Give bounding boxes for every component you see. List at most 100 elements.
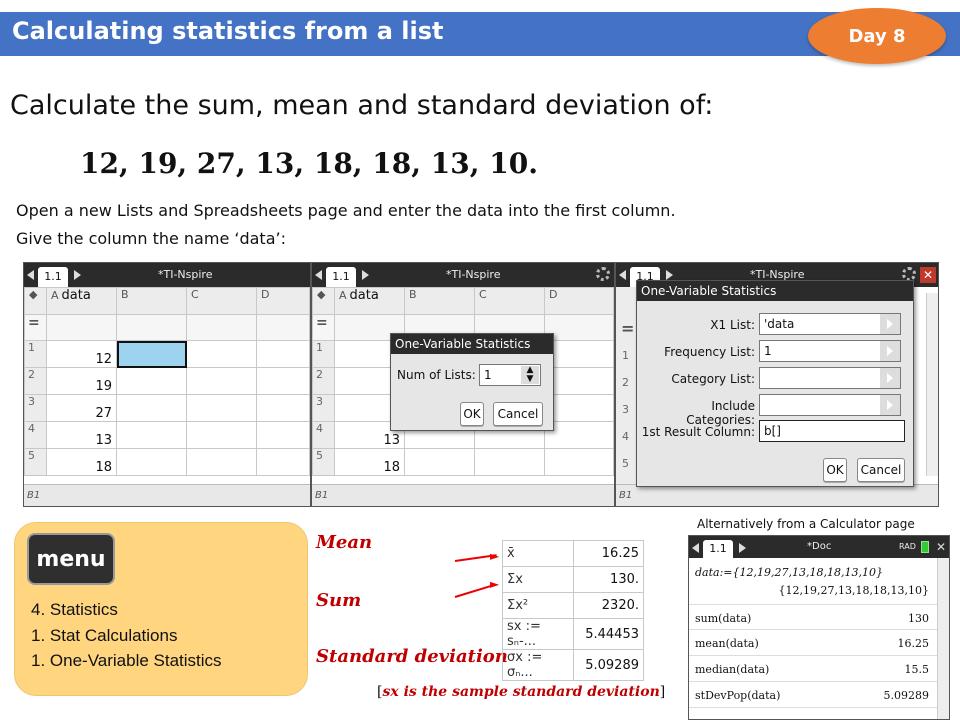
cell[interactable]	[116, 394, 187, 422]
day-badge: Day 8	[808, 8, 946, 64]
document-title: *Doc	[807, 541, 832, 552]
cell-reference-bar: B1	[616, 484, 938, 506]
battery-icon	[921, 541, 929, 553]
column-a-header[interactable]: Adata	[46, 287, 117, 315]
formula-cell[interactable]	[544, 314, 614, 341]
title-bar: 1.1 *TI-Nspire	[312, 263, 614, 287]
selected-cell[interactable]	[116, 340, 187, 368]
ok-button[interactable]: OK	[823, 458, 847, 482]
document-title: *TI-Nspire	[158, 268, 213, 281]
next-page-icon[interactable]	[74, 270, 81, 280]
prev-page-icon[interactable]	[315, 270, 322, 280]
sample-sd-note: [sx is the sample standard deviation]	[377, 684, 666, 700]
cell[interactable]	[116, 448, 187, 476]
formula-cell[interactable]	[186, 314, 257, 341]
document-title: *TI-Nspire	[446, 268, 501, 281]
frequency-list-field[interactable]: 1	[759, 340, 901, 362]
ok-button[interactable]: OK	[460, 402, 484, 426]
column-a-header[interactable]: Adata	[334, 287, 405, 315]
cancel-button[interactable]: Cancel	[493, 402, 543, 426]
x1-list-field[interactable]: 'data	[759, 313, 901, 335]
cell[interactable]	[256, 421, 310, 449]
prev-page-icon[interactable]	[692, 543, 699, 553]
frequency-list-label: Frequency List:	[664, 345, 755, 359]
cancel-button[interactable]: Cancel	[857, 458, 905, 482]
ti-screen-lists-1: 1.1 *TI-Nspire ◆ Adata B C D = 1 12 2 19 3…	[23, 262, 311, 507]
result-column-label: 1st Result Column:	[641, 425, 755, 439]
close-icon[interactable]: ✕	[920, 267, 936, 283]
num-lists-dialog: One-Variable Statistics Num of Lists: 1 …	[390, 333, 554, 431]
include-categories-label: Include Categories:	[686, 399, 755, 427]
formula-cell[interactable]	[256, 314, 310, 341]
column-c-header[interactable]: C	[474, 287, 545, 315]
page-tab[interactable]: 1.1	[326, 267, 356, 287]
cell[interactable]	[186, 394, 257, 422]
close-icon[interactable]: ✕	[933, 539, 949, 555]
cell[interactable]	[256, 367, 310, 395]
column-c-header[interactable]: C	[186, 287, 257, 315]
table-row: 2 19	[24, 367, 310, 395]
cell[interactable]	[186, 421, 257, 449]
dropdown-icon[interactable]	[880, 314, 900, 334]
next-page-icon[interactable]	[666, 270, 673, 280]
data-values: 12, 19, 27, 13, 18, 18, 13, 10.	[80, 147, 538, 180]
prev-page-icon[interactable]	[619, 270, 626, 280]
include-categories-field[interactable]	[759, 394, 901, 416]
calc-row-median: median(data) 15.5	[689, 656, 937, 682]
cell[interactable]	[544, 394, 614, 422]
cell[interactable]	[116, 421, 187, 449]
formula-row-label: =	[28, 315, 40, 331]
next-page-icon[interactable]	[362, 270, 369, 280]
scrollbar[interactable]	[937, 558, 949, 719]
menu-key-icon: menu	[27, 533, 115, 585]
cell[interactable]	[256, 448, 310, 476]
column-b-header[interactable]: B	[404, 287, 475, 315]
cell[interactable]: 27	[46, 394, 117, 422]
result-column-input[interactable]: b[]	[759, 420, 905, 442]
cell[interactable]	[474, 448, 545, 476]
cell[interactable]	[256, 394, 310, 422]
column-d-header[interactable]: D	[256, 287, 310, 315]
cell[interactable]: 12	[46, 340, 117, 368]
column-b-header[interactable]: B	[116, 287, 187, 315]
dropdown-icon[interactable]	[880, 395, 900, 415]
cell[interactable]	[256, 340, 310, 368]
page-tab[interactable]: 1.1	[703, 540, 733, 558]
gear-icon[interactable]	[902, 267, 916, 281]
x1-list-label: X1 List:	[710, 318, 755, 332]
table-row: 3 27	[24, 394, 310, 422]
cell[interactable]	[544, 340, 614, 368]
row-number-column: = 1 2 3 4 5	[616, 287, 638, 487]
table-row: sx := sₙ-... 5.44453	[502, 618, 644, 650]
spreadsheet-grid: ◆ Adata B C D = 1 12 2 19 3 27 4 13 5 18	[24, 287, 310, 476]
num-lists-label: Num of Lists:	[397, 368, 476, 382]
cell[interactable]	[544, 421, 614, 449]
spinner-icon[interactable]: ▲ ▼	[521, 366, 539, 384]
num-lists-input[interactable]: 1 ▲ ▼	[479, 364, 541, 386]
instruction-line-2: Give the column the name ‘data’:	[16, 229, 286, 248]
cell[interactable]	[404, 448, 475, 476]
gear-icon[interactable]	[596, 267, 610, 281]
formula-cell[interactable]	[116, 314, 187, 341]
cell[interactable]: 13	[46, 421, 117, 449]
cell[interactable]	[186, 367, 257, 395]
cell[interactable]: 18	[334, 448, 405, 476]
category-list-field[interactable]	[759, 367, 901, 389]
prev-page-icon[interactable]	[27, 270, 34, 280]
next-page-icon[interactable]	[739, 543, 746, 553]
column-d-header[interactable]: D	[544, 287, 614, 315]
cell[interactable]	[544, 367, 614, 395]
cell[interactable]	[544, 448, 614, 476]
dropdown-icon[interactable]	[880, 341, 900, 361]
title-bar: 1.1 *TI-Nspire	[24, 263, 310, 287]
calculator-caption: Alternatively from a Calculator page	[697, 517, 915, 531]
cell[interactable]	[186, 448, 257, 476]
cell[interactable]	[116, 367, 187, 395]
page-tab[interactable]: 1.1	[38, 267, 68, 287]
formula-cell[interactable]	[46, 314, 117, 341]
cell[interactable]: 18	[46, 448, 117, 476]
scrollbar[interactable]	[926, 293, 938, 476]
dropdown-icon[interactable]	[880, 368, 900, 388]
cell[interactable]: 19	[46, 367, 117, 395]
cell[interactable]	[186, 340, 257, 368]
